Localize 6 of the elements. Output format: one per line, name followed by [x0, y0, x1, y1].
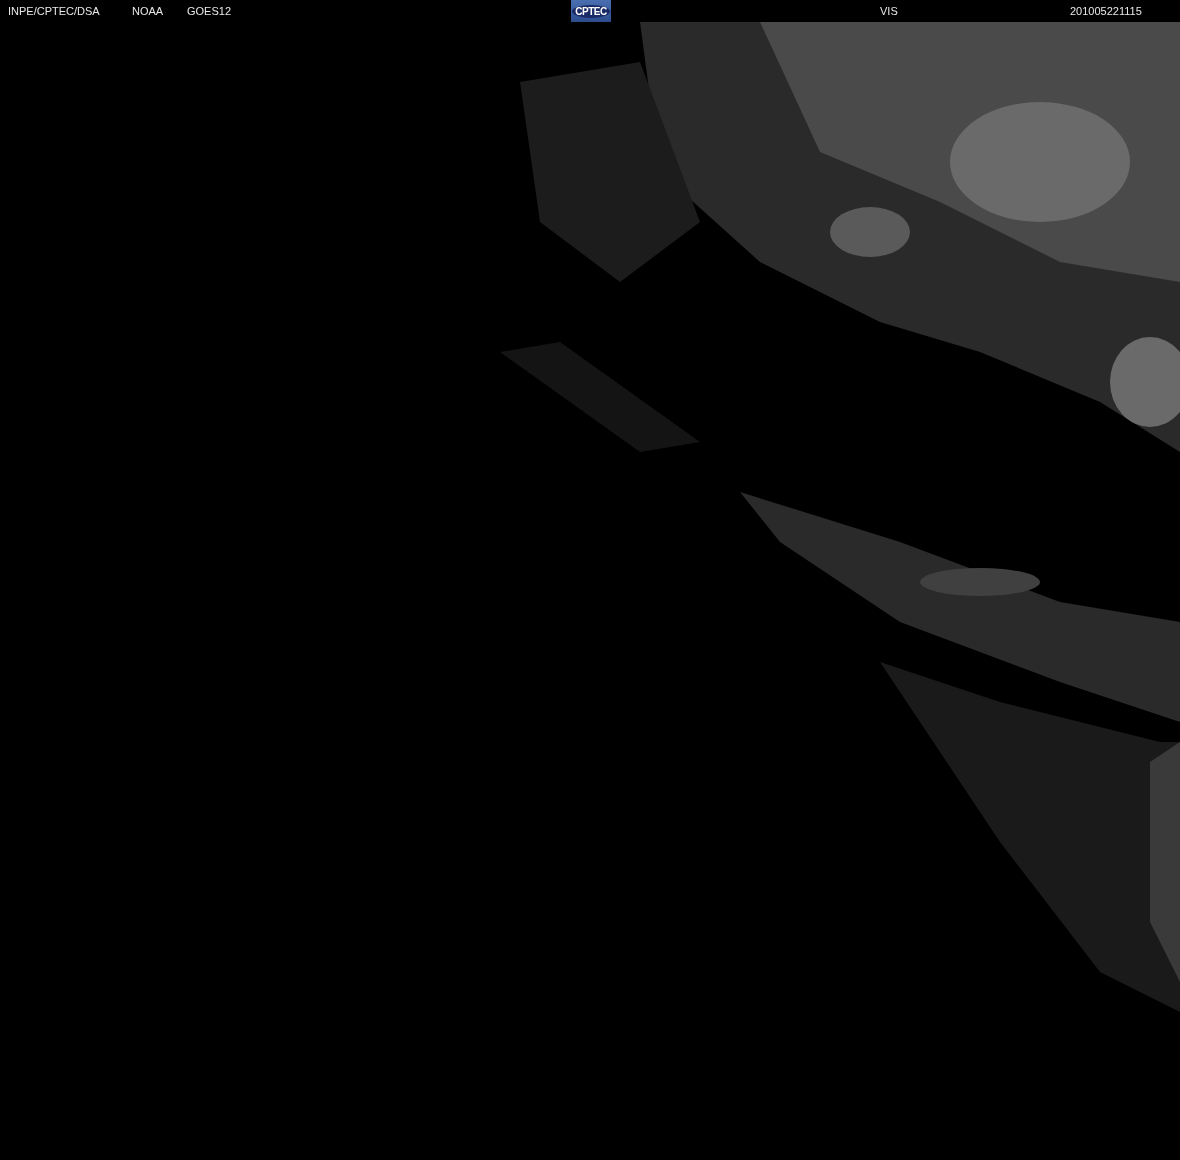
logo-icon: CPTEC: [571, 0, 611, 22]
timestamp: 201005221115: [1070, 5, 1142, 17]
header-label: INPE/CPTEC/DSA: [8, 5, 100, 17]
channel-label: VIS: [880, 5, 898, 17]
header-label: GOES12: [187, 5, 232, 17]
header-label: NOAA: [132, 5, 164, 17]
